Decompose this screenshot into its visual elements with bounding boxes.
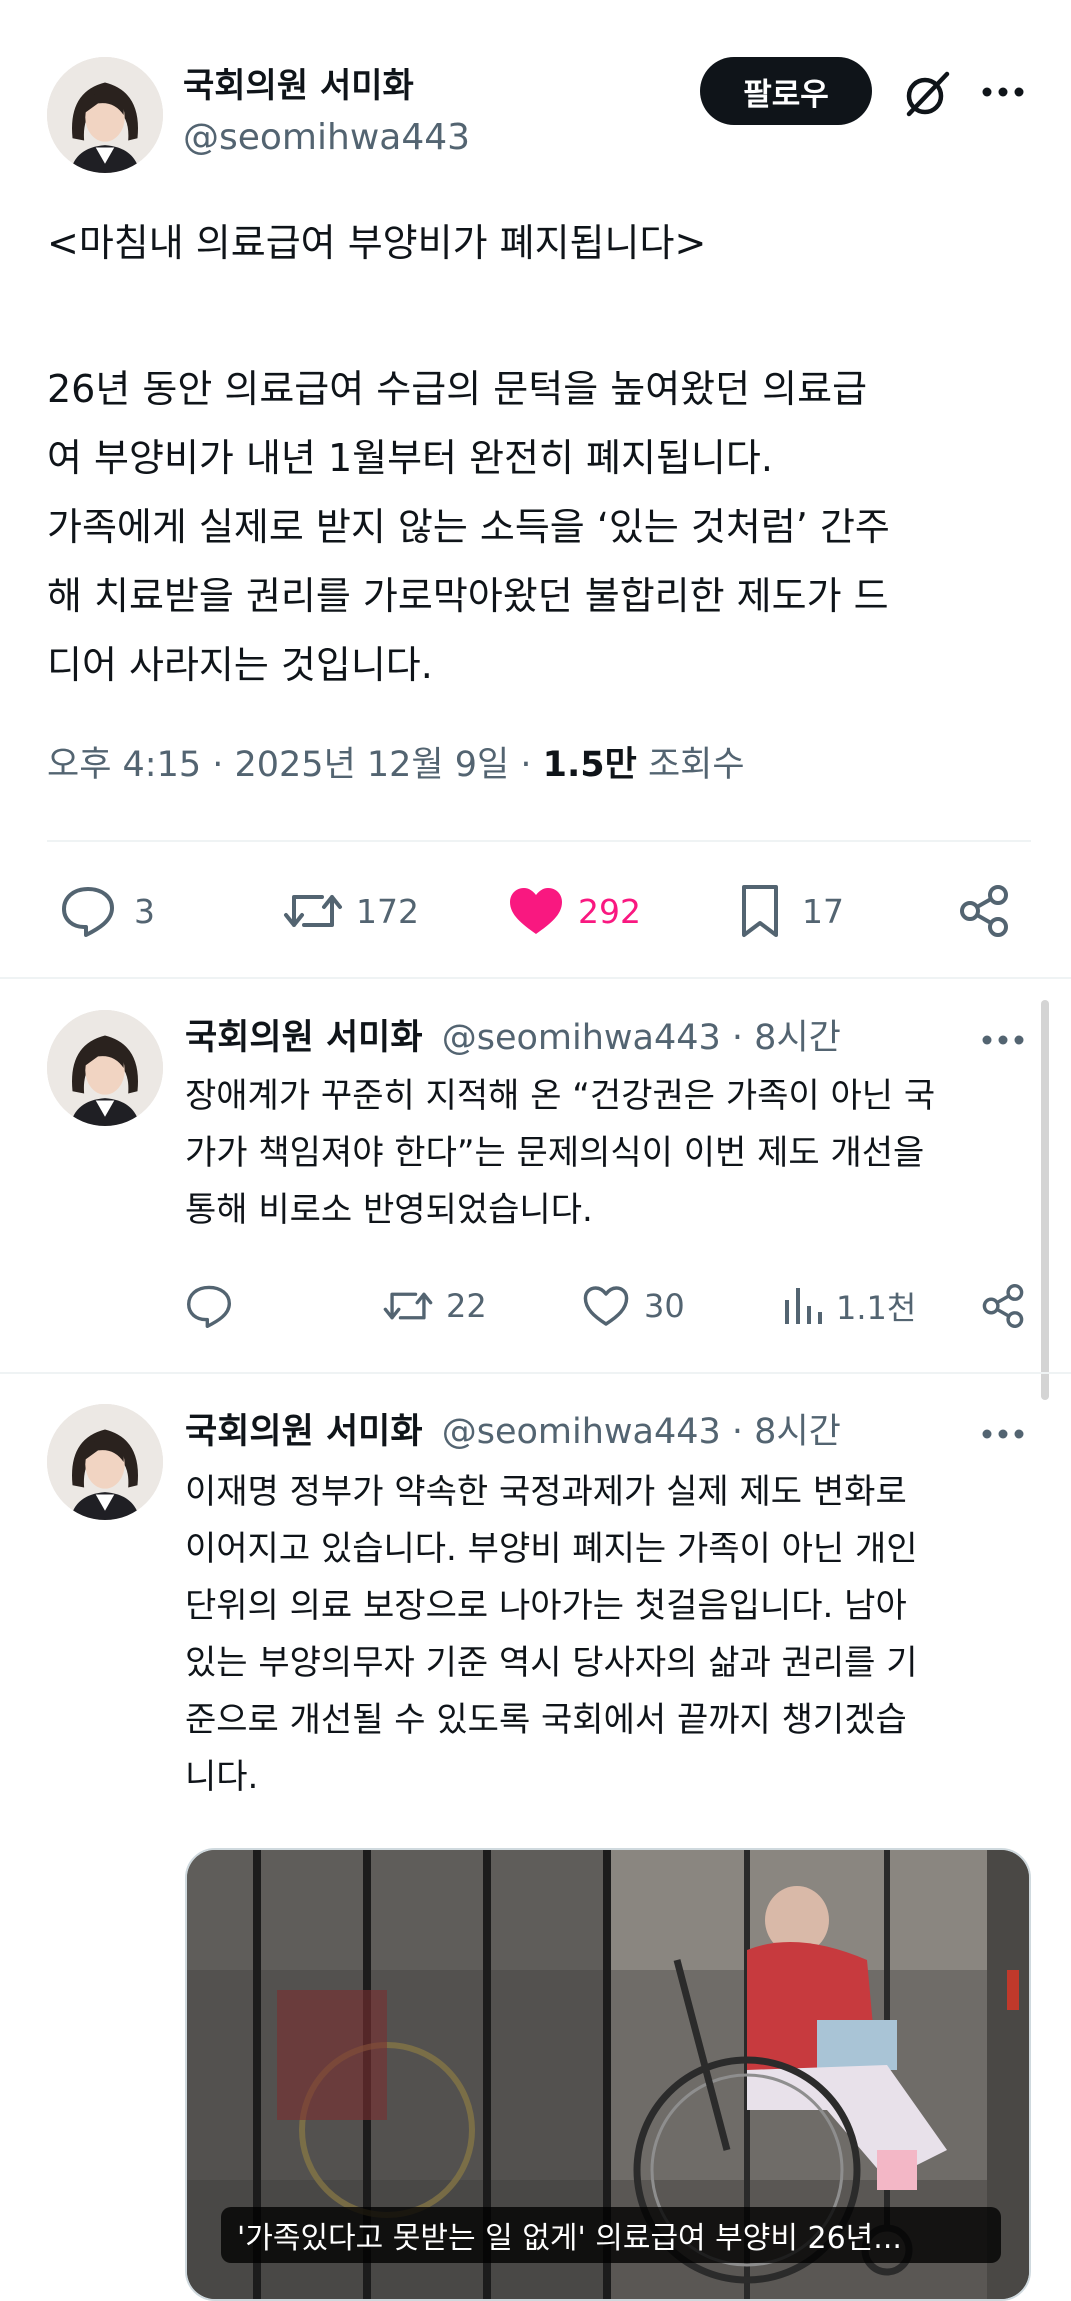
follow-button[interactable]: 팔로우 — [700, 57, 872, 125]
tweet-divider — [0, 977, 1071, 979]
views-icon — [782, 1286, 824, 1326]
retweet-icon — [382, 1284, 434, 1328]
media-caption: '가족있다고 못받는 일 없게' 의료급여 부양비 26년... — [221, 2207, 1001, 2263]
reply-header: 국회의원 서미화 @seomihwa443 · 8시간 — [185, 1408, 841, 1456]
retweet-count: 22 — [446, 1287, 487, 1325]
more-icon[interactable] — [975, 1020, 1031, 1060]
reply-avatar[interactable] — [47, 1404, 163, 1520]
reply-header: 국회의원 서미화 @seomihwa443 · 8시간 — [185, 1014, 841, 1062]
reply-icon — [185, 1284, 233, 1328]
reply-body: 장애계가 꾸준히 지적해 온 “건강권은 가족이 아닌 국 가가 책임져야 한다… — [185, 1076, 936, 1230]
reply-count: 3 — [134, 891, 155, 931]
tweet-timestamp[interactable]: 오후 4:15 · 2025년 12월 9일 · — [47, 745, 543, 785]
author-avatar[interactable] — [47, 57, 163, 173]
more-icon[interactable] — [975, 72, 1031, 112]
bookmark-button[interactable]: 17 — [738, 880, 844, 942]
views-count: 1.1천 — [836, 1289, 917, 1327]
retweet-icon — [282, 885, 344, 937]
retweet-button[interactable]: 172 — [282, 880, 419, 942]
tweet-meta: 오후 4:15 · 2025년 12월 9일 · 1.5만 조회수 — [47, 740, 745, 790]
share-icon[interactable] — [978, 1280, 1028, 1332]
author-handle[interactable]: @seomihwa443 — [183, 117, 470, 158]
like-count: 30 — [644, 1287, 685, 1325]
views-label: 조회수 — [636, 745, 745, 785]
reply-avatar[interactable] — [47, 1010, 163, 1126]
bookmark-count: 17 — [802, 891, 844, 931]
reply-handle-time[interactable]: @seomihwa443 · 8시간 — [442, 1018, 841, 1058]
like-button[interactable]: 30 — [582, 1280, 685, 1332]
share-icon[interactable] — [954, 880, 1014, 942]
meta-divider — [47, 840, 1031, 842]
retweet-button[interactable]: 22 — [382, 1280, 487, 1332]
reply-body: 이재명 정부가 약속한 국정과제가 실제 제도 변화로 이어지고 있습니다. 부… — [185, 1472, 918, 1797]
reply-button[interactable] — [185, 1280, 233, 1332]
reply-author-name[interactable]: 국회의원 서미화 — [185, 1018, 423, 1058]
reply-handle-time[interactable]: @seomihwa443 · 8시간 — [442, 1412, 841, 1452]
reply-icon — [60, 885, 116, 937]
scrollbar[interactable] — [1041, 1000, 1049, 1400]
views-count: 1.5만 — [542, 745, 637, 785]
heart-icon — [582, 1284, 630, 1328]
author-name[interactable]: 국회의원 서미화 — [183, 58, 414, 107]
more-icon[interactable] — [975, 1414, 1031, 1454]
views-button[interactable]: 1.1천 — [782, 1280, 916, 1332]
media-card[interactable]: '가족있다고 못받는 일 없게' 의료급여 부양비 26년... — [185, 1848, 1031, 2301]
retweet-count: 172 — [356, 891, 419, 931]
grok-icon[interactable] — [895, 62, 959, 126]
heart-icon — [508, 886, 564, 936]
like-count: 292 — [578, 891, 641, 931]
bookmark-icon — [738, 883, 782, 939]
like-button[interactable]: 292 — [508, 880, 641, 942]
tweet-title-line: <마침내 의료급여 부양비가 폐지됩니다> — [47, 221, 707, 265]
reply-author-name[interactable]: 국회의원 서미화 — [185, 1412, 423, 1452]
reply-button[interactable]: 3 — [60, 880, 155, 942]
reply-divider — [0, 1372, 1071, 1374]
tweet-body: 26년 동안 의료급여 수급의 문턱을 높여왔던 의료급 여 부양비가 내년 1… — [47, 367, 890, 687]
